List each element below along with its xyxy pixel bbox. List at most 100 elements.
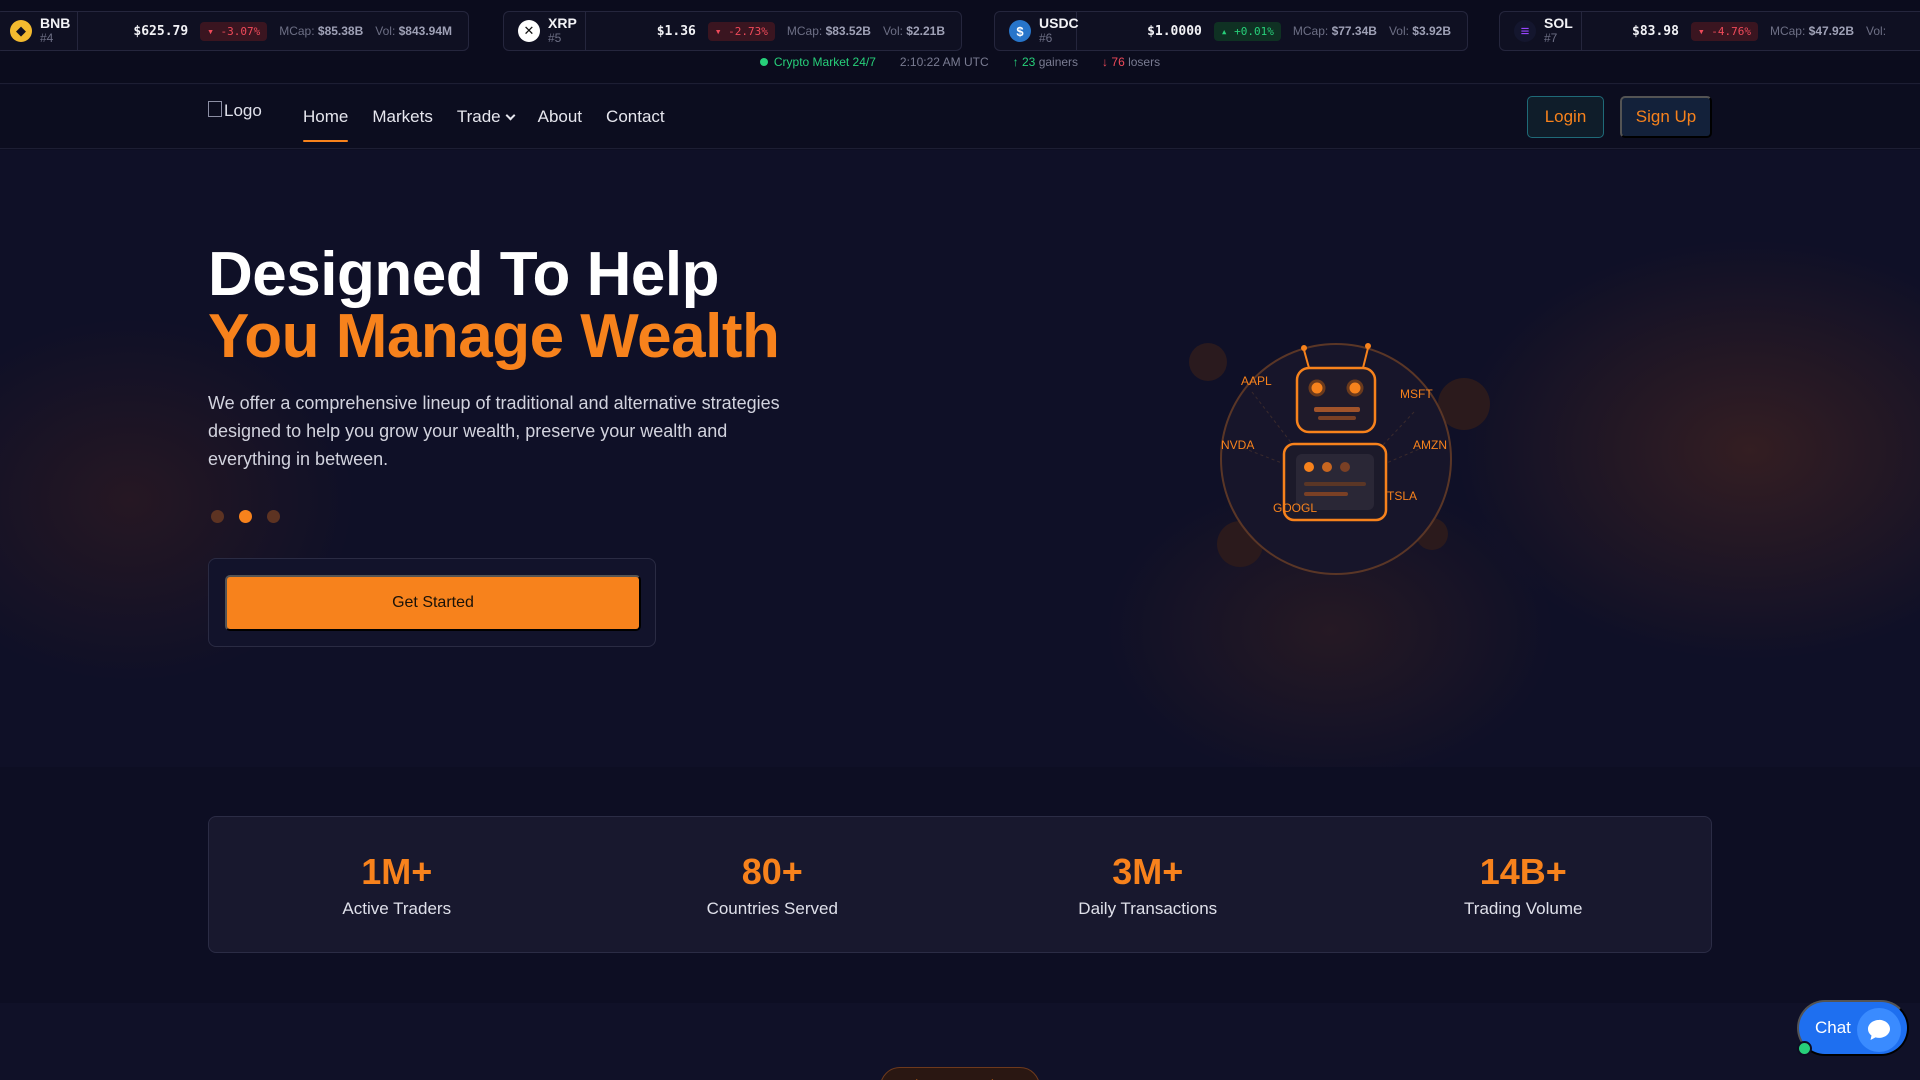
xrp-icon: ✕ (518, 20, 540, 42)
nav-about[interactable]: About (538, 85, 582, 149)
stat-label: Active Traders (342, 898, 452, 918)
nav-markets[interactable]: Markets (372, 85, 432, 149)
mcap-label: MCap: (786, 24, 823, 38)
gainers-label: gainers (1038, 55, 1079, 69)
caret-down-icon: ▾ (207, 24, 221, 38)
main-navbar: Logo Home Markets Trade About Contact Lo… (0, 85, 1920, 149)
what-we-stand-for-section: What We Stand For (0, 1003, 1920, 1080)
caret-up-icon: ▴ (1220, 24, 1235, 38)
bnb-icon: ◆ (10, 20, 32, 42)
art-label-amzn: AMZN (1413, 438, 1447, 452)
nav-contact[interactable]: Contact (606, 85, 665, 149)
caret-down-icon: ▾ (1697, 24, 1712, 38)
chat-bubble-icon (1857, 1008, 1901, 1052)
coin-rank: #4 (40, 31, 54, 45)
carousel-dots (211, 510, 280, 523)
coin-mcap: MCap: $47.92B (1770, 24, 1854, 38)
stat-label: Countries Served (706, 898, 838, 918)
change-value: +0.01% (1234, 24, 1274, 38)
stat-label: Trading Volume (1464, 898, 1583, 918)
coin-price: $83.98 (1632, 23, 1679, 39)
coin-identity: $ USDC #6 (995, 12, 1079, 50)
coin-card-bnb[interactable]: ◆ BNB #4 $625.79 ▾ -3.07% MCap: $85.38B … (0, 11, 469, 51)
arrow-down-icon: ↓ (1102, 55, 1109, 69)
section-pill-label: What We Stand For (880, 1067, 1040, 1080)
coin-change-badge: ▴ +0.01% (1213, 21, 1281, 41)
login-button[interactable]: Login (1527, 96, 1604, 138)
market-status-row: Crypto Market 24/7 2:10:22 AM UTC ↑ 23 g… (0, 55, 1920, 69)
hero-section: Designed To Help You Manage Wealth We of… (0, 150, 1920, 767)
logo-alt-text: Logo (224, 101, 262, 120)
coin-volume: Vol: $3.92B (1389, 24, 1451, 38)
nav-trade-dropdown[interactable]: Trade (457, 85, 516, 149)
nav-links: Home Markets Trade About Contact (303, 85, 665, 149)
coin-card-xrp[interactable]: ✕ XRP #5 $1.36 ▾ -2.73% MCap: $83.52B Vo… (503, 11, 962, 51)
arrow-up-icon: ↑ (1012, 55, 1019, 69)
sol-icon: ≡ (1514, 20, 1536, 42)
coin-symbol: USDC (1039, 15, 1079, 31)
stat-value: 14B+ (1479, 850, 1567, 892)
coin-identity: ✕ XRP #5 (504, 12, 586, 50)
change-value: -3.07% (220, 24, 261, 38)
site-logo[interactable]: Logo (208, 101, 262, 121)
stat-daily-transactions: 3M+ Daily Transactions (960, 817, 1336, 952)
stat-trading-volume: 14B+ Trading Volume (1336, 817, 1712, 952)
coin-mcap: MCap: $77.34B (1293, 24, 1377, 38)
stat-countries-served: 80+ Countries Served (585, 817, 961, 952)
signup-button[interactable]: Sign Up (1620, 96, 1712, 138)
coin-symbol: BNB (40, 15, 71, 31)
get-started-button[interactable]: Get Started (225, 575, 641, 631)
market-live-status: Crypto Market 24/7 (759, 55, 876, 69)
change-value: -2.73% (728, 24, 768, 38)
coin-mcap: MCap: $85.38B (279, 24, 363, 38)
coin-identity: ◆ BNB #4 (0, 12, 78, 50)
hero-title: Designed To Help You Manage Wealth (208, 244, 780, 371)
utc-clock: 2:10:22 AM UTC (899, 55, 989, 69)
stat-value: 80+ (741, 850, 803, 892)
live-dot-icon (759, 58, 768, 66)
art-label-msft: MSFT (1400, 387, 1433, 401)
coin-change-badge: ▾ -3.07% (200, 21, 268, 41)
carousel-dot-1[interactable] (211, 510, 224, 523)
online-status-dot (1797, 1041, 1812, 1056)
change-value: -4.76% (1711, 24, 1751, 38)
art-label-nvda: NVDA (1221, 438, 1254, 452)
mcap-label: MCap: (279, 24, 315, 38)
stats-card: 1M+ Active Traders 80+ Countries Served … (208, 816, 1712, 953)
stat-value: 1M+ (361, 850, 433, 892)
chat-label: Chat (1815, 1018, 1851, 1037)
coin-price: $1.0000 (1147, 23, 1202, 39)
vol-label: Vol: (1388, 24, 1409, 38)
robot-trading-illustration: AAPL MSFT NVDA AMZN GOOGL TSLA (1189, 343, 1490, 575)
mcap-value: $83.52B (825, 24, 871, 38)
coin-identity: ≡ SOL #7 (1500, 12, 1582, 50)
stat-value: 3M+ (1112, 850, 1184, 892)
art-label-tsla: TSLA (1387, 489, 1417, 503)
carousel-dot-2[interactable] (239, 510, 252, 523)
vol-label: Vol: (1866, 24, 1887, 38)
nav-home[interactable]: Home (303, 85, 349, 149)
orb-decoration (1189, 343, 1227, 381)
coin-card-usdc[interactable]: $ USDC #6 $1.0000 ▴ +0.01% MCap: $77.34B… (994, 11, 1468, 51)
vol-label: Vol: (375, 24, 396, 38)
stats-section: 1M+ Active Traders 80+ Countries Served … (0, 767, 1920, 1003)
coin-volume: Vol: $843.94M (375, 24, 452, 38)
chat-widget-button[interactable]: Chat (1797, 1000, 1909, 1056)
caret-down-icon: ▾ (714, 24, 729, 38)
carousel-dot-3[interactable] (267, 510, 280, 523)
mcap-value: $47.92B (1808, 24, 1855, 38)
coin-volume: Vol: $2.21B (883, 24, 945, 38)
stat-active-traders: 1M+ Active Traders (209, 817, 585, 952)
broken-image-icon (208, 101, 222, 117)
coin-price: $625.79 (133, 23, 189, 39)
vol-value: $843.94M (398, 24, 452, 38)
mcap-value: $77.34B (1331, 24, 1377, 38)
hero-title-line2: You Manage Wealth (208, 302, 780, 371)
coin-card-sol[interactable]: ≡ SOL #7 $83.98 ▾ -4.76% MCap: $47.92B V… (1499, 11, 1920, 51)
crypto-ticker-bar: ◆ BNB #4 $625.79 ▾ -3.07% MCap: $85.38B … (0, 0, 1920, 84)
gainers-number: 23 (1021, 55, 1036, 69)
cta-container: Get Started (208, 558, 656, 647)
hero-description: We offer a comprehensive lineup of tradi… (208, 393, 780, 469)
mcap-label: MCap: (1292, 24, 1329, 38)
coin-symbol: SOL (1544, 15, 1573, 31)
